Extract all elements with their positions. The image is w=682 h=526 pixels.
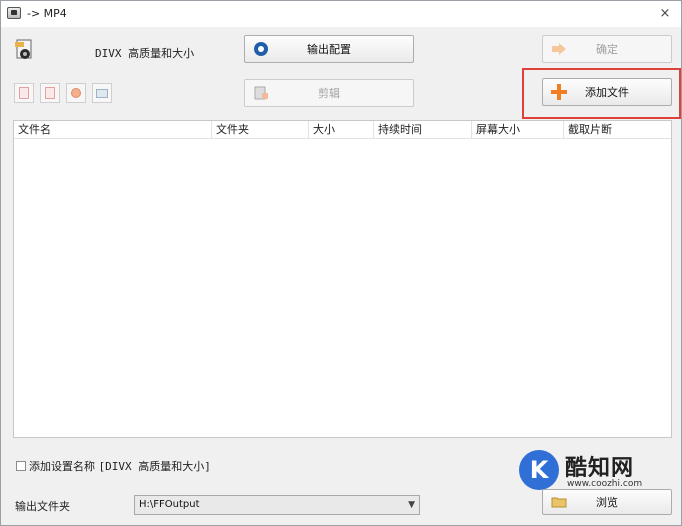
column-screen-size[interactable]: 屏幕大小 — [472, 121, 564, 139]
play-icon — [71, 88, 81, 98]
output-config-label: 输出配置 — [307, 43, 351, 56]
info-icon — [96, 89, 108, 98]
watermark-name: 酷知网 — [565, 456, 635, 481]
clear-list-button[interactable] — [14, 83, 34, 103]
column-filename[interactable]: 文件名 — [14, 121, 212, 139]
info-button[interactable] — [92, 83, 112, 103]
video-preset-icon — [15, 39, 32, 59]
browse-button[interactable]: 浏览 — [542, 489, 672, 515]
app-icon — [7, 7, 21, 19]
title-bar: -> MP4 × — [1, 1, 681, 27]
add-setting-name-label: 添加设置名称 — [29, 460, 95, 473]
remove-file-button[interactable] — [40, 83, 60, 103]
confirm-label: 确定 — [596, 43, 618, 56]
column-folder[interactable]: 文件夹 — [212, 121, 309, 139]
output-config-button[interactable]: 输出配置 — [244, 35, 414, 63]
browse-label: 浏览 — [596, 496, 618, 509]
add-setting-name-checkbox[interactable] — [16, 461, 26, 471]
add-setting-name-option[interactable]: 添加设置名称 [DIVX 高质量和大小] — [16, 458, 211, 474]
watermark-url: www.coozhi.com — [567, 479, 643, 489]
column-duration[interactable]: 持续时间 — [374, 121, 472, 139]
output-folder-select[interactable]: H:\FFOutput ▼ — [134, 495, 420, 515]
clear-icon — [19, 87, 29, 99]
column-clip-segment[interactable]: 截取片断 — [564, 121, 671, 139]
add-file-label: 添加文件 — [585, 86, 629, 99]
table-header: 文件名 文件夹 大小 持续时间 屏幕大小 截取片断 — [14, 121, 671, 139]
output-folder-value: H:\FFOutput — [139, 499, 200, 510]
add-file-button[interactable]: 添加文件 — [542, 78, 672, 106]
preset-label: DIVX 高质量和大小 — [95, 47, 195, 60]
clip-label: 剪辑 — [318, 87, 340, 100]
add-setting-name-value: [DIVX 高质量和大小] — [98, 460, 211, 473]
confirm-button[interactable]: 确定 — [542, 35, 672, 63]
window-title: -> MP4 — [27, 7, 67, 20]
chevron-down-icon: ▼ — [408, 500, 415, 510]
close-button[interactable]: × — [655, 4, 675, 24]
clip-button[interactable]: 剪辑 — [244, 79, 414, 107]
app-window: -> MP4 × DIVX 高质量和大小 输出配置 确定 剪辑 添加文件 文件名… — [0, 0, 682, 526]
column-size[interactable]: 大小 — [309, 121, 374, 139]
output-folder-label: 输出文件夹 — [15, 500, 70, 513]
watermark-logo: K — [519, 450, 559, 490]
remove-icon — [45, 87, 55, 99]
play-button[interactable] — [66, 83, 86, 103]
file-table[interactable]: 文件名 文件夹 大小 持续时间 屏幕大小 截取片断 — [13, 120, 672, 438]
